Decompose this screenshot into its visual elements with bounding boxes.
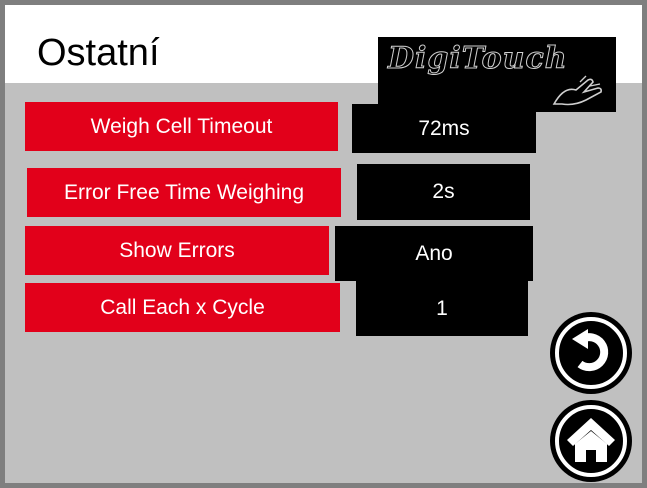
error-free-time-weighing-value[interactable]: 2s: [357, 164, 530, 220]
call-each-x-cycle-button[interactable]: Call Each x Cycle: [25, 283, 340, 332]
back-button[interactable]: [550, 312, 632, 394]
digitouch-logo: DigiTouch: [378, 37, 616, 112]
show-errors-button[interactable]: Show Errors: [25, 226, 329, 275]
home-icon: [555, 405, 627, 477]
error-free-time-weighing-button[interactable]: Error Free Time Weighing: [27, 168, 341, 217]
hand-touch-icon: [552, 75, 602, 106]
screen-frame: Ostatní DigiTouch Weigh Cell Timeout 72m…: [0, 0, 647, 488]
page-title: Ostatní: [37, 32, 160, 74]
home-button[interactable]: [550, 400, 632, 482]
weigh-cell-timeout-button[interactable]: Weigh Cell Timeout: [25, 102, 338, 151]
show-errors-value[interactable]: Ano: [335, 226, 533, 281]
logo-text: DigiTouch: [388, 41, 568, 77]
back-arrow-icon: [555, 317, 627, 389]
call-each-x-cycle-value[interactable]: 1: [356, 281, 528, 336]
weigh-cell-timeout-value[interactable]: 72ms: [352, 104, 536, 153]
